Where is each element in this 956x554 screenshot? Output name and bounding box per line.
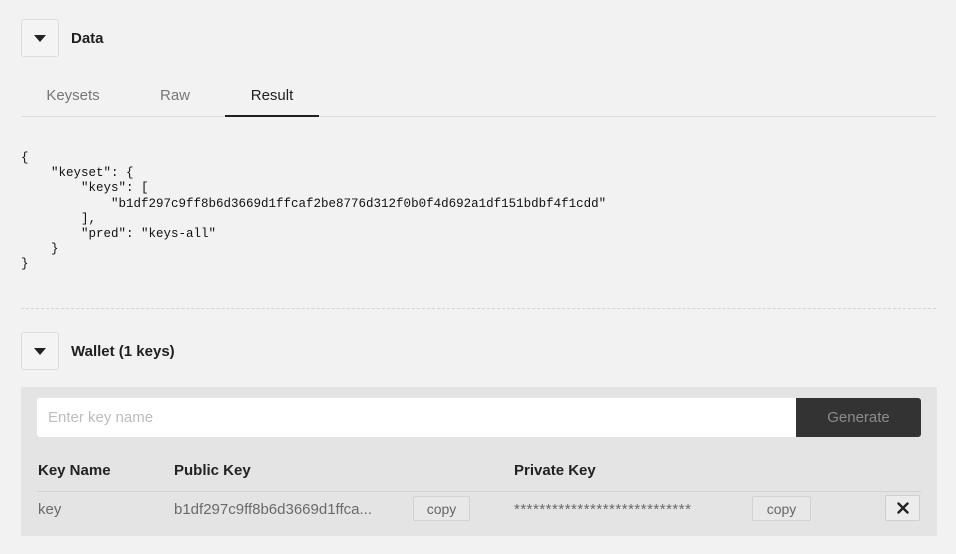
generate-button[interactable]: Generate	[796, 398, 921, 437]
public-key-cell: b1df297c9ff8b6d3669d1ffca...	[174, 501, 372, 518]
data-collapse-toggle[interactable]	[21, 19, 59, 57]
tab-result[interactable]: Result	[225, 78, 319, 117]
column-header-key-name: Key Name	[38, 462, 111, 479]
close-icon	[896, 502, 909, 514]
caret-down-icon	[34, 347, 46, 355]
tab-raw[interactable]: Raw	[145, 78, 205, 116]
copy-private-key-button[interactable]: copy	[752, 496, 811, 521]
data-section-header: Data	[21, 19, 104, 57]
wallet-collapse-toggle[interactable]	[21, 332, 59, 370]
data-tabs: Keysets Raw Result	[21, 78, 936, 117]
table-row-divider	[37, 491, 921, 492]
column-header-public-key: Public Key	[174, 462, 251, 479]
result-json-output: { "keyset": { "keys": [ "b1df297c9ff8b6d…	[21, 151, 607, 272]
delete-key-button[interactable]	[885, 495, 920, 521]
copy-public-key-button[interactable]: copy	[413, 496, 470, 521]
tab-keysets[interactable]: Keysets	[21, 78, 125, 116]
key-name-input[interactable]	[37, 398, 797, 437]
caret-down-icon	[34, 34, 46, 42]
wallet-section-header: Wallet (1 keys)	[21, 332, 175, 370]
section-divider	[21, 308, 936, 309]
key-name-cell: key	[38, 501, 62, 518]
column-header-private-key: Private Key	[514, 462, 596, 479]
private-key-cell: ****************************	[514, 501, 692, 518]
wallet-section-title: Wallet (1 keys)	[71, 342, 175, 360]
wallet-panel: Generate Key Name Public Key Private Key…	[21, 387, 937, 536]
data-section-title: Data	[71, 29, 104, 47]
